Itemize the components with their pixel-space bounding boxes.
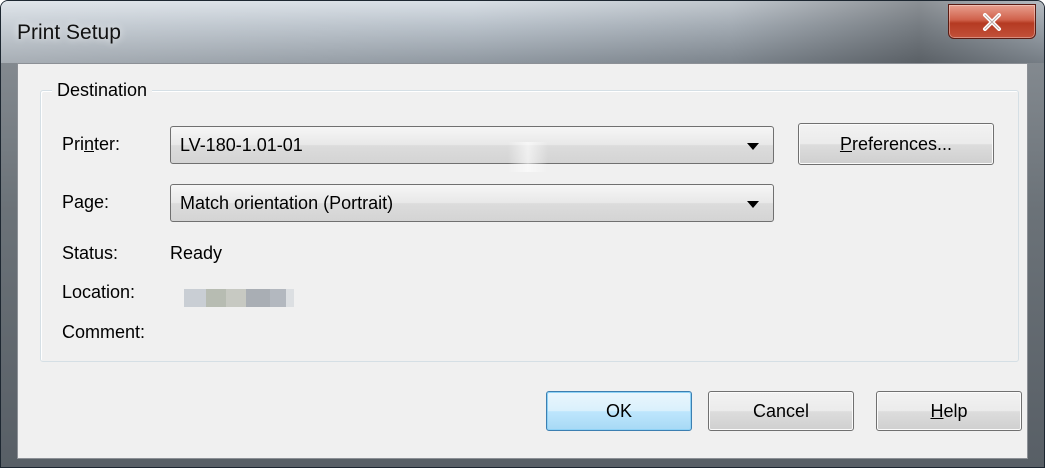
printer-select-value: LV-180-1.01-01 [180,135,303,155]
preferences-label: references... [851,133,953,154]
help-button[interactable]: Help [876,391,1022,431]
location-label: Location: [62,282,136,302]
comment-label: Comment: [62,322,146,342]
page-orientation-select[interactable]: Match orientation (Portrait) [170,184,774,222]
title-bar[interactable]: Print Setup [1,1,1044,63]
printer-select[interactable]: LV-180-1.01-01 [170,126,774,164]
help-label: elp [943,400,968,421]
preferences-button[interactable]: Preferences... [798,123,994,165]
page-label-part: Pa [62,192,85,212]
page-label: Page: [62,192,109,213]
page-label-part: e: [94,192,110,212]
cancel-button[interactable]: Cancel [708,391,854,431]
print-setup-dialog: Print Setup Destination Printer: LV-180-… [0,0,1045,468]
close-icon [983,12,1001,31]
printer-label-part: ter: [94,134,121,154]
window-title: Print Setup [17,21,121,44]
destination-legend: Destination [52,80,153,101]
printer-label-part: Pri [62,134,84,154]
page-select-value: Match orientation (Portrait) [180,193,394,213]
status-value: Ready [170,243,223,263]
printer-label: Printer: [62,134,120,155]
close-button[interactable] [948,4,1036,39]
chevron-down-icon [747,143,759,150]
preferences-mnemonic: P [839,133,852,154]
location-value-redacted [184,289,294,307]
chevron-down-icon [747,201,759,208]
page-label-mnemonic: g [84,192,95,212]
dialog-client-area: Destination Printer: LV-180-1.01-01 Pref… [17,63,1028,459]
printer-label-mnemonic: n [84,134,95,154]
ok-button[interactable]: OK [546,391,692,431]
help-mnemonic: H [930,400,944,421]
status-label: Status: [62,243,119,263]
